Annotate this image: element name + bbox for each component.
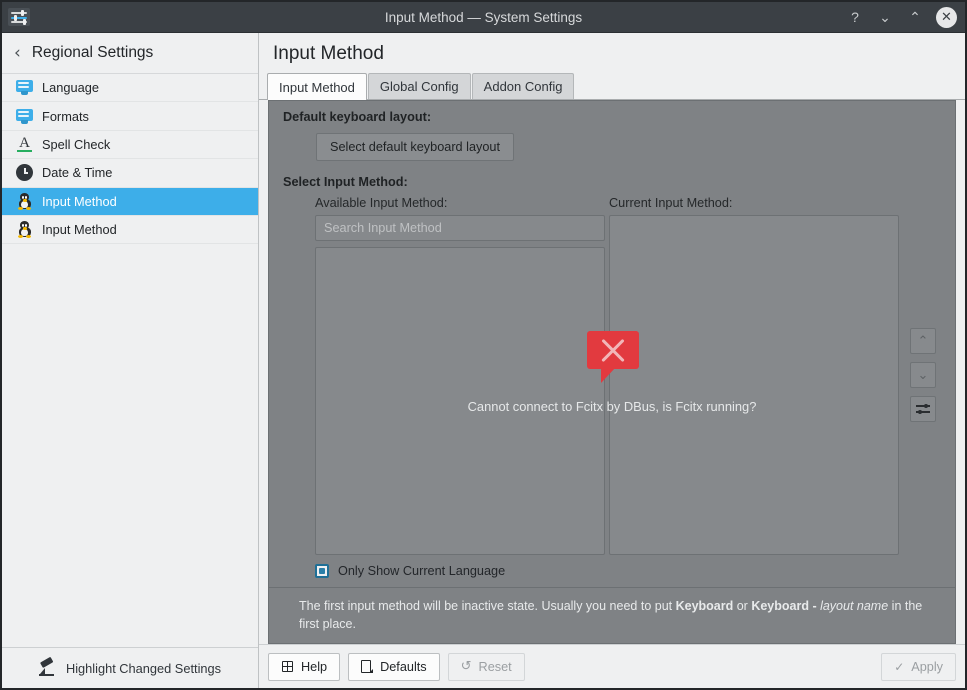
hint-bold-2: Keyboard - [751,598,821,613]
select-default-keyboard-layout-button[interactable]: Select default keyboard layout [316,133,514,161]
sidebar-item-formats[interactable]: Formats [2,102,258,131]
sidebar-item-label: Input Method [42,222,117,238]
defaults-button[interactable]: Defaults [348,652,440,681]
help-button[interactable]: Help [268,652,341,681]
close-icon[interactable]: ✕ [936,6,957,28]
move-down-button[interactable]: ⌄ [910,362,936,389]
input-method-columns: Available Input Method: Current Input Me… [283,196,941,555]
check-icon: ✓ [894,659,905,674]
hint-part-1: The first input method will be inactive … [299,598,676,613]
hint-italic: layout name [820,598,889,613]
only-show-current-language-checkbox[interactable] [315,563,329,578]
sidebar-list: Language Formats A Spell Check Date & Ti… [2,74,258,647]
main-content: Input Method Input Method Global Config … [259,33,965,688]
highlight-changed-settings-label: Highlight Changed Settings [65,660,222,676]
settings-sliders-icon [8,8,30,26]
hint-bold-1: Keyboard [675,598,734,613]
minimize-icon[interactable]: ⌄ [876,8,894,26]
defaults-button-label: Defaults [380,659,427,674]
window-controls: ? ⌄ ⌃ ✕ [846,6,965,28]
tab-bar: Input Method Global Config Addon Config [259,73,965,100]
sidebar-item-label: Date & Time [42,165,113,181]
tab-addon-config[interactable]: Addon Config [471,73,575,99]
reset-button-label: Reset [478,659,512,674]
help-icon[interactable]: ? [846,8,864,26]
sidebar-item-input-method[interactable]: Input Method [2,187,258,216]
tab-input-method[interactable]: Input Method [267,73,367,100]
title-bar: Input Method — System Settings ? ⌄ ⌃ ✕ [2,2,965,33]
tab-global-config[interactable]: Global Config [367,73,471,99]
sliders-icon [916,403,930,415]
monitor-icon [16,79,33,96]
tux-icon [16,221,33,239]
sidebar-item-label: Spell Check [42,136,111,152]
sidebar-item-input-method-2[interactable]: Input Method [2,216,258,245]
panel-inner: Default keyboard layout: Select default … [269,101,955,587]
available-input-method-list[interactable] [315,247,605,555]
configure-button[interactable] [910,396,936,423]
sidebar-item-language[interactable]: Language [2,74,258,103]
select-input-method-label: Select Input Method: [283,175,408,189]
list-action-buttons: ⌃ ⌄ [899,196,941,555]
highlight-changed-settings-button[interactable]: Highlight Changed Settings [2,647,258,688]
chevron-down-icon: ⌄ [917,367,929,383]
input-method-panel: Default keyboard layout: Select default … [268,100,956,644]
current-input-method-column: Current Input Method: [609,196,899,555]
document-icon [361,659,374,674]
system-settings-window: Input Method — System Settings ? ⌄ ⌃ ✕ ‹… [0,0,967,690]
spell-check-icon: A [16,135,33,153]
page-title: Input Method [273,43,384,64]
clock-icon [16,164,33,182]
sidebar-title: Regional Settings [31,44,154,61]
bottom-button-bar: Help Defaults ↺ Reset ✓ Apply [259,644,965,688]
apply-button-label: Apply [911,659,943,674]
apply-button: ✓ Apply [881,652,956,681]
hint-text: The first input method will be inactive … [269,586,955,643]
available-input-method-label: Available Input Method: [315,196,448,210]
current-input-method-list[interactable] [609,215,899,555]
help-button-label: Help [301,659,328,674]
monitor-icon [16,108,33,125]
window-title: Input Method — System Settings [384,9,583,25]
only-show-current-language-row: Only Show Current Language [283,555,941,587]
help-grid-icon [281,660,294,673]
hint-part-2: or [733,598,752,613]
sidebar: ‹ Regional Settings Language Formats A S… [2,33,259,688]
window-body: ‹ Regional Settings Language Formats A S… [2,33,965,688]
search-input[interactable] [315,215,605,241]
undo-arrow-icon: ↺ [460,659,472,674]
default-keyboard-layout-label: Default keyboard layout: [283,110,432,124]
sidebar-item-spell-check[interactable]: A Spell Check [2,131,258,160]
sidebar-item-label: Language [42,80,99,96]
move-up-button[interactable]: ⌃ [910,328,936,355]
sidebar-item-date-time[interactable]: Date & Time [2,159,258,188]
back-chevron-icon[interactable]: ‹ [14,44,21,62]
current-input-method-label: Current Input Method: [609,196,733,210]
sidebar-header: ‹ Regional Settings [2,33,258,74]
maximize-icon[interactable]: ⌃ [906,8,924,26]
available-input-method-column: Available Input Method: [283,196,605,555]
chevron-up-icon: ⌃ [917,333,929,349]
sidebar-item-label: Formats [42,108,89,124]
reset-button: ↺ Reset [447,652,525,681]
sidebar-item-label: Input Method [42,193,117,209]
tux-icon [16,192,33,210]
only-show-current-language-label: Only Show Current Language [338,563,506,578]
highlighter-pen-icon [38,656,57,676]
